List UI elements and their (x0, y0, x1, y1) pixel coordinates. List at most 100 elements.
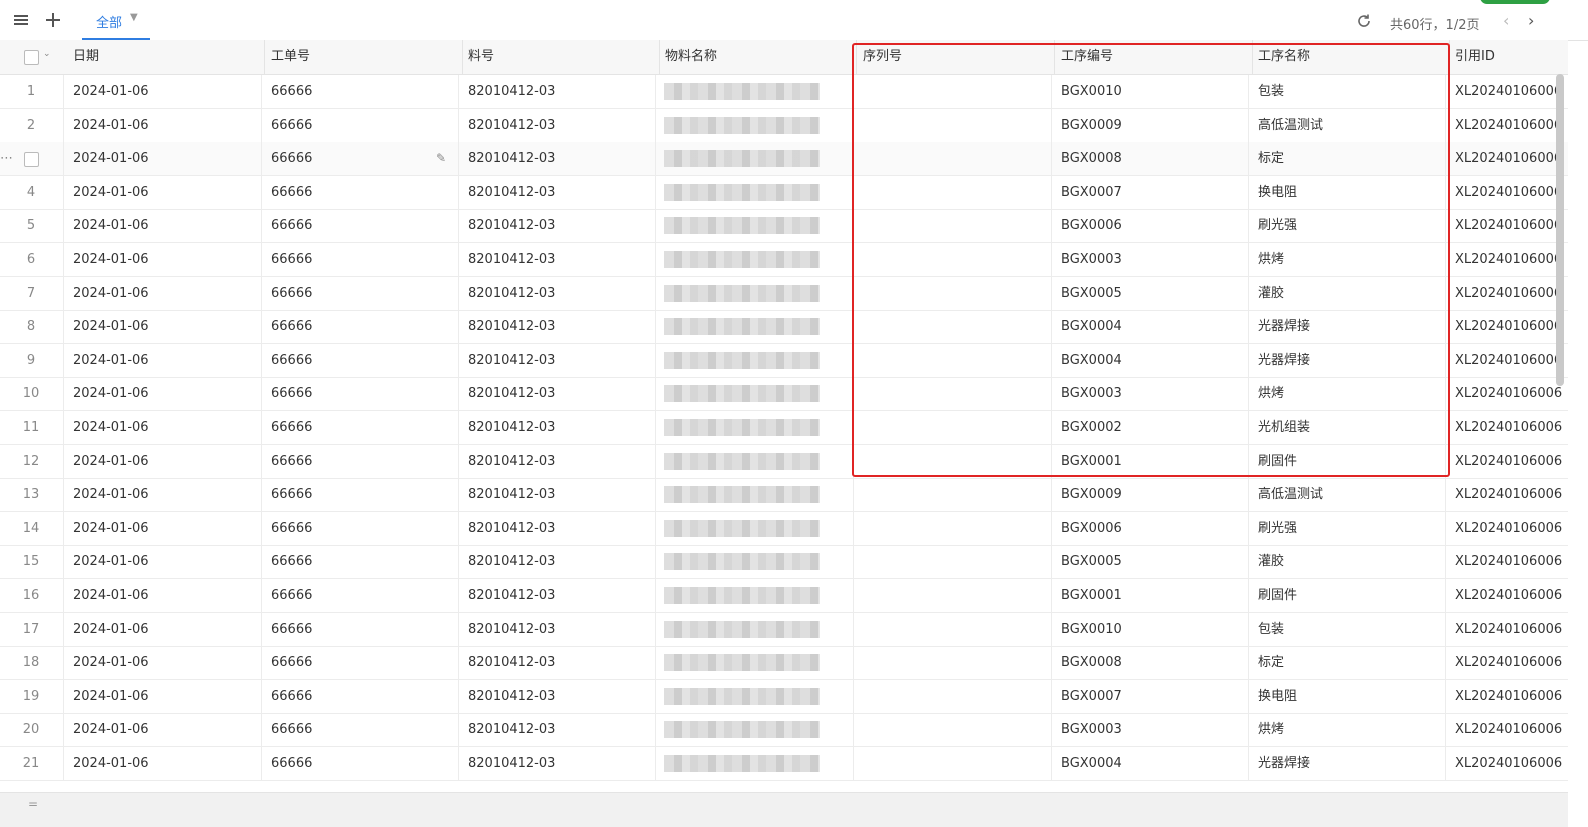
cell-process-code[interactable]: BGX0001 (1053, 445, 1243, 478)
cell-part-no[interactable]: 82010412-03 (460, 713, 650, 746)
table-row[interactable]: 17 2024-01-06 66666 82010412-03 BGX0010 包装 XL2… (0, 612, 1568, 647)
select-all-checkbox[interactable] (24, 50, 39, 65)
col-header-ref-id[interactable]: 引用ID (1447, 40, 1568, 74)
table-row[interactable]: 7 2024-01-06 66666 82010412-03 BGX0005 灌胶 XL20… (0, 276, 1568, 311)
cell-ref-id[interactable]: XL20240106006 (1447, 142, 1568, 175)
cell-process-name[interactable]: 高低温测试 (1250, 109, 1440, 142)
cell-material-name-redacted[interactable] (664, 755, 820, 772)
cell-order-no[interactable]: 66666 (263, 142, 453, 175)
cell-order-no[interactable]: 66666 (263, 646, 453, 679)
cell-date[interactable]: 2024-01-06 (65, 75, 255, 108)
cell-process-name[interactable]: 灌胶 (1250, 277, 1440, 310)
cell-ref-id[interactable]: XL20240106006 (1447, 377, 1568, 410)
cell-material-name-redacted[interactable] (664, 687, 820, 705)
cell-material-name-redacted[interactable] (664, 116, 820, 134)
cell-process-code[interactable]: BGX0004 (1053, 747, 1243, 780)
col-header-date[interactable]: 日期 (65, 40, 265, 74)
cell-process-code[interactable]: BGX0004 (1053, 344, 1243, 377)
cell-order-no[interactable]: 66666 (263, 680, 453, 713)
cell-material-name-redacted[interactable] (664, 217, 820, 235)
cell-ref-id[interactable]: XL20240106006 (1447, 747, 1568, 780)
cell-serial-no[interactable] (855, 142, 1045, 175)
table-row[interactable]: 1 2024-01-06 66666 82010412-03 BGX0010 包装 XL20… (0, 75, 1568, 109)
resize-handle-icon[interactable]: = (28, 797, 38, 811)
cell-part-no[interactable]: 82010412-03 (460, 209, 650, 242)
cell-serial-no[interactable] (855, 579, 1045, 612)
cell-material-name-redacted[interactable] (664, 486, 820, 504)
tab-all[interactable]: 全部 ▼ (82, 0, 150, 40)
row-checkbox[interactable] (24, 152, 39, 168)
cell-date[interactable]: 2024-01-06 (65, 512, 255, 545)
table-row[interactable]: 21 2024-01-06 66666 82010412-03 BGX0004 光器焊接 X… (0, 747, 1568, 781)
cell-serial-no[interactable] (855, 411, 1045, 444)
cell-material-name-redacted[interactable] (664, 251, 820, 268)
cell-date[interactable]: 2024-01-06 (65, 646, 255, 679)
cell-ref-id[interactable]: XL20240106006 (1447, 579, 1568, 612)
cell-material-name-redacted[interactable] (664, 385, 820, 403)
table-row[interactable]: 2 2024-01-06 66666 82010412-03 BGX0009 高低温测试 X… (0, 108, 1568, 143)
cell-ref-id[interactable]: XL20240106006 (1447, 209, 1568, 242)
table-row[interactable]: 9 2024-01-06 66666 82010412-03 BGX0004 光器焊接 XL… (0, 343, 1568, 378)
cell-ref-id[interactable]: XL20240106006 (1447, 512, 1568, 545)
cell-material-name-redacted[interactable] (664, 318, 820, 336)
cell-date[interactable]: 2024-01-06 (65, 579, 255, 612)
cell-part-no[interactable]: 82010412-03 (460, 176, 650, 209)
cell-ref-id[interactable]: XL20240106006 (1447, 613, 1568, 646)
cell-process-name[interactable]: 烘烤 (1250, 243, 1440, 276)
cell-material-name-redacted[interactable] (664, 351, 820, 369)
plus-icon[interactable] (44, 11, 62, 29)
cell-serial-no[interactable] (855, 377, 1045, 410)
table-row[interactable]: 16 2024-01-06 66666 82010412-03 BGX0001 刷固件 XL… (0, 579, 1568, 613)
cell-serial-no[interactable] (855, 109, 1045, 142)
cell-process-name[interactable]: 光机组装 (1250, 411, 1440, 444)
chevron-right-icon[interactable]: › (1528, 11, 1534, 30)
cell-material-name-redacted[interactable] (664, 183, 820, 201)
cell-ref-id[interactable]: XL20240106006 (1447, 176, 1568, 209)
cell-process-name[interactable]: 灌胶 (1250, 545, 1440, 578)
cell-part-no[interactable]: 82010412-03 (460, 142, 650, 175)
cell-order-no[interactable]: 66666 (263, 478, 453, 511)
cell-date[interactable]: 2024-01-06 (65, 109, 255, 142)
cell-process-code[interactable]: BGX0005 (1053, 277, 1243, 310)
table-row[interactable]: 10 2024-01-06 66666 82010412-03 BGX0003 烘烤 XL2… (0, 377, 1568, 412)
cell-part-no[interactable]: 82010412-03 (460, 646, 650, 679)
cell-serial-no[interactable] (855, 344, 1045, 377)
cell-serial-no[interactable] (855, 713, 1045, 746)
cell-process-code[interactable]: BGX0003 (1053, 713, 1243, 746)
cell-ref-id[interactable]: XL20240106006 (1447, 445, 1568, 478)
cell-date[interactable]: 2024-01-06 (65, 209, 255, 242)
cell-process-code[interactable]: BGX0005 (1053, 545, 1243, 578)
cell-date[interactable]: 2024-01-06 (65, 176, 255, 209)
cell-date[interactable]: 2024-01-06 (65, 680, 255, 713)
cell-process-code[interactable]: BGX0008 (1053, 646, 1243, 679)
cell-process-name[interactable]: 包装 (1250, 613, 1440, 646)
cell-process-name[interactable]: 刷固件 (1250, 445, 1440, 478)
cell-order-no[interactable]: 66666 (263, 613, 453, 646)
cell-part-no[interactable]: 82010412-03 (460, 512, 650, 545)
cell-serial-no[interactable] (855, 176, 1045, 209)
cell-process-code[interactable]: BGX0003 (1053, 377, 1243, 410)
cell-order-no[interactable]: 66666 (263, 109, 453, 142)
cell-ref-id[interactable]: XL20240106006 (1447, 478, 1568, 511)
cell-order-no[interactable]: 66666 (263, 75, 453, 108)
caret-down-icon[interactable]: ▼ (130, 12, 138, 23)
table-row[interactable]: 19 2024-01-06 66666 82010412-03 BGX0007 换电阻 XL… (0, 679, 1568, 714)
cell-part-no[interactable]: 82010412-03 (460, 243, 650, 276)
cell-part-no[interactable]: 82010412-03 (460, 680, 650, 713)
cell-ref-id[interactable]: XL20240106006 (1447, 243, 1568, 276)
cell-process-name[interactable]: 刷固件 (1250, 579, 1440, 612)
cell-date[interactable]: 2024-01-06 (65, 310, 255, 343)
cell-date[interactable]: 2024-01-06 (65, 445, 255, 478)
cell-date[interactable]: 2024-01-06 (65, 713, 255, 746)
cell-process-name[interactable]: 标定 (1250, 646, 1440, 679)
cell-date[interactable]: 2024-01-06 (65, 478, 255, 511)
cell-order-no[interactable]: 66666 (263, 747, 453, 780)
cell-process-name[interactable]: 刷光强 (1250, 512, 1440, 545)
cell-order-no[interactable]: 66666 (263, 344, 453, 377)
cell-order-no[interactable]: 66666 (263, 377, 453, 410)
cell-ref-id[interactable]: XL20240106006 (1447, 109, 1568, 142)
cell-order-no[interactable]: 66666 (263, 277, 453, 310)
cell-process-name[interactable]: 高低温测试 (1250, 478, 1440, 511)
cell-process-code[interactable]: BGX0008 (1053, 142, 1243, 175)
cell-process-code[interactable]: BGX0010 (1053, 75, 1243, 108)
